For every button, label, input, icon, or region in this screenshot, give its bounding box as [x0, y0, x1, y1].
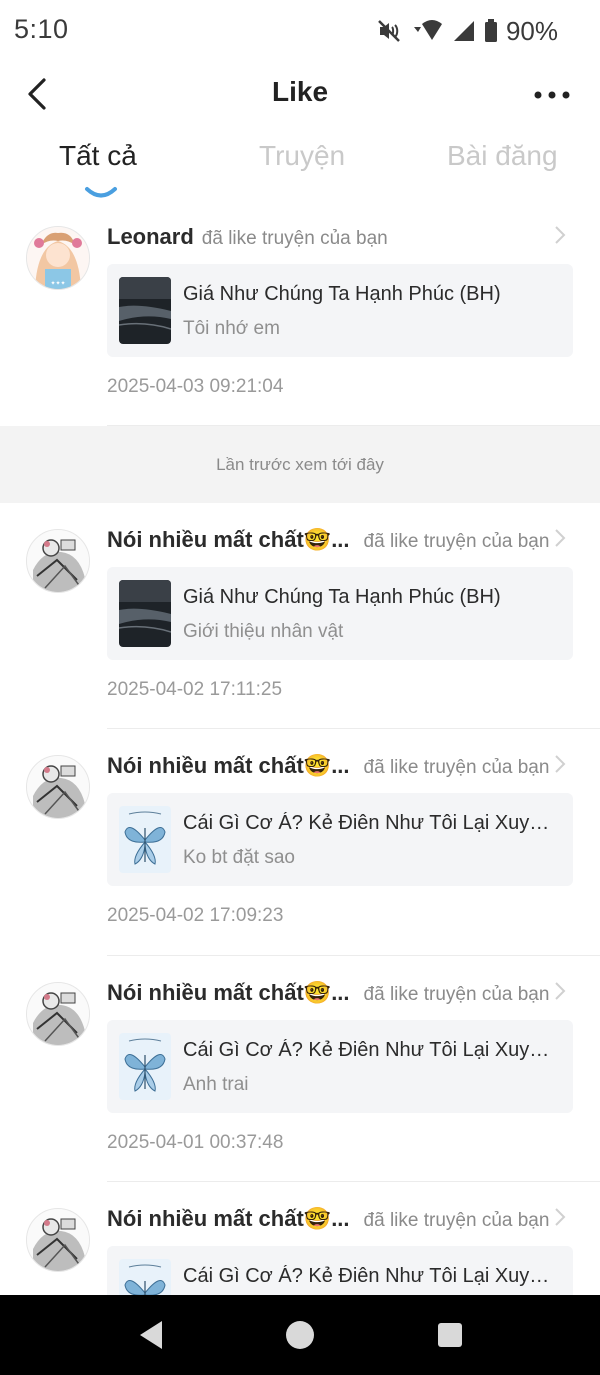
story-cover [119, 1033, 171, 1100]
list-item[interactable]: Nói nhiều mất chất🤓... đã like truyện củ… [0, 503, 600, 729]
story-cover [119, 277, 171, 344]
action-text: đã like truyện của bạn [363, 531, 550, 552]
chevron-right-icon [555, 529, 566, 547]
name-line: Leonard đã like truyện của bạn [107, 224, 570, 250]
timestamp: 2025-04-03 09:21:04 [107, 376, 284, 397]
story-card[interactable]: Cái Gì Cơ Á? Kẻ Điên Như Tôi Lại Xuyên .… [107, 1246, 573, 1295]
name-line: Nói nhiều mất chất🤓... đã like truyện củ… [107, 980, 570, 1006]
chevron-right-icon [555, 1208, 566, 1226]
story-title: Cái Gì Cơ Á? Kẻ Điên Như Tôi Lại Xuyên .… [183, 1265, 559, 1287]
story-card[interactable]: Cái Gì Cơ Á? Kẻ Điên Như Tôi Lại Xuyên .… [107, 1020, 573, 1113]
battery-icon [484, 19, 497, 42]
timestamp: 2025-04-02 17:11:25 [107, 679, 283, 700]
battery-percent: 90% [505, 15, 558, 46]
list-item[interactable]: ✦✦✦ Leonard đã like truyện của bạn Giá N… [0, 200, 600, 426]
list-item[interactable]: Nói nhiều mất chất🤓... đã like truyện củ… [0, 1182, 600, 1295]
nav-back-icon[interactable] [136, 1317, 166, 1353]
name-line: Nói nhiều mất chất🤓... đã like truyện củ… [107, 527, 570, 553]
story-title: Giá Như Chúng Ta Hạnh Phúc (BH) [183, 283, 501, 305]
chevron-right-icon [555, 226, 566, 244]
tab-posts[interactable]: Bài đăng [447, 140, 558, 188]
name-line: Nói nhiều mất chất🤓... đã like truyện củ… [107, 1206, 570, 1232]
active-tab-indicator [85, 187, 117, 198]
user-name[interactable]: Nói nhiều mất chất🤓... [107, 980, 350, 1006]
timestamp: 2025-04-02 17:09:23 [107, 905, 284, 926]
action-text: đã like truyện của bạn [201, 228, 388, 249]
chapter-name: Giới thiệu nhân vật [183, 621, 344, 642]
story-title: Giá Như Chúng Ta Hạnh Phúc (BH) [183, 586, 501, 608]
chevron-right-icon [555, 755, 566, 773]
chevron-right-icon [555, 982, 566, 1000]
wifi-icon [413, 20, 442, 40]
mute-icon [378, 20, 400, 42]
story-cover [119, 806, 171, 873]
system-nav-bar [0, 1295, 600, 1375]
tab-stories[interactable]: Truyện [259, 140, 345, 188]
more-button[interactable] [532, 82, 572, 108]
story-title: Cái Gì Cơ Á? Kẻ Điên Như Tôi Lại Xuyên .… [183, 812, 559, 834]
chapter-name: Ko bt đặt sao [183, 847, 295, 868]
story-cover [119, 1259, 171, 1295]
story-card[interactable]: Giá Như Chúng Ta Hạnh Phúc (BH) Giới thi… [107, 567, 573, 660]
avatar[interactable] [26, 1208, 90, 1272]
chapter-name: Anh trai [183, 1074, 249, 1095]
user-name[interactable]: Nói nhiều mất chất🤓... [107, 753, 350, 779]
avatar[interactable] [26, 755, 90, 819]
page-title: Like [271, 76, 329, 107]
list-item[interactable]: Nói nhiều mất chất🤓... đã like truyện củ… [0, 956, 600, 1182]
list-item[interactable]: Nói nhiều mất chất🤓... đã like truyện củ… [0, 729, 600, 956]
story-card[interactable]: Giá Như Chúng Ta Hạnh Phúc (BH) Tôi nhớ … [107, 264, 573, 357]
story-card[interactable]: Cái Gì Cơ Á? Kẻ Điên Như Tôi Lại Xuyên .… [107, 793, 573, 886]
tab-all[interactable]: Tất cả [59, 140, 137, 188]
status-icons: 90% [376, 14, 558, 48]
action-text: đã like truyện của bạn [363, 984, 550, 1005]
header: Like [0, 62, 600, 128]
nav-home-icon[interactable] [284, 1319, 316, 1351]
svg-text:✦✦✦: ✦✦✦ [50, 280, 65, 287]
story-cover [119, 580, 171, 647]
status-time: 5:10 [14, 14, 69, 44]
timestamp: 2025-04-01 00:37:48 [107, 1132, 284, 1153]
tab-bar: Tất cả Truyện Bài đăng [0, 140, 600, 200]
action-text: đã like truyện của bạn [363, 757, 550, 778]
avatar[interactable] [26, 982, 90, 1046]
signal-icon [453, 21, 474, 41]
avatar[interactable] [26, 529, 90, 593]
action-text: đã like truyện của bạn [363, 1210, 550, 1231]
chapter-name: Tôi nhớ em [183, 318, 280, 339]
last-seen-marker: Lần trước xem tới đây [0, 426, 600, 503]
story-title: Cái Gì Cơ Á? Kẻ Điên Như Tôi Lại Xuyên .… [183, 1039, 559, 1061]
user-name[interactable]: Nói nhiều mất chất🤓... [107, 1206, 350, 1232]
avatar[interactable]: ✦✦✦ [26, 226, 90, 290]
user-name[interactable]: Nói nhiều mất chất🤓... [107, 527, 350, 553]
nav-recents-icon[interactable] [436, 1321, 464, 1349]
status-bar: 5:10 90% [0, 0, 600, 62]
user-name[interactable]: Leonard [107, 224, 194, 250]
name-line: Nói nhiều mất chất🤓... đã like truyện củ… [107, 753, 570, 779]
